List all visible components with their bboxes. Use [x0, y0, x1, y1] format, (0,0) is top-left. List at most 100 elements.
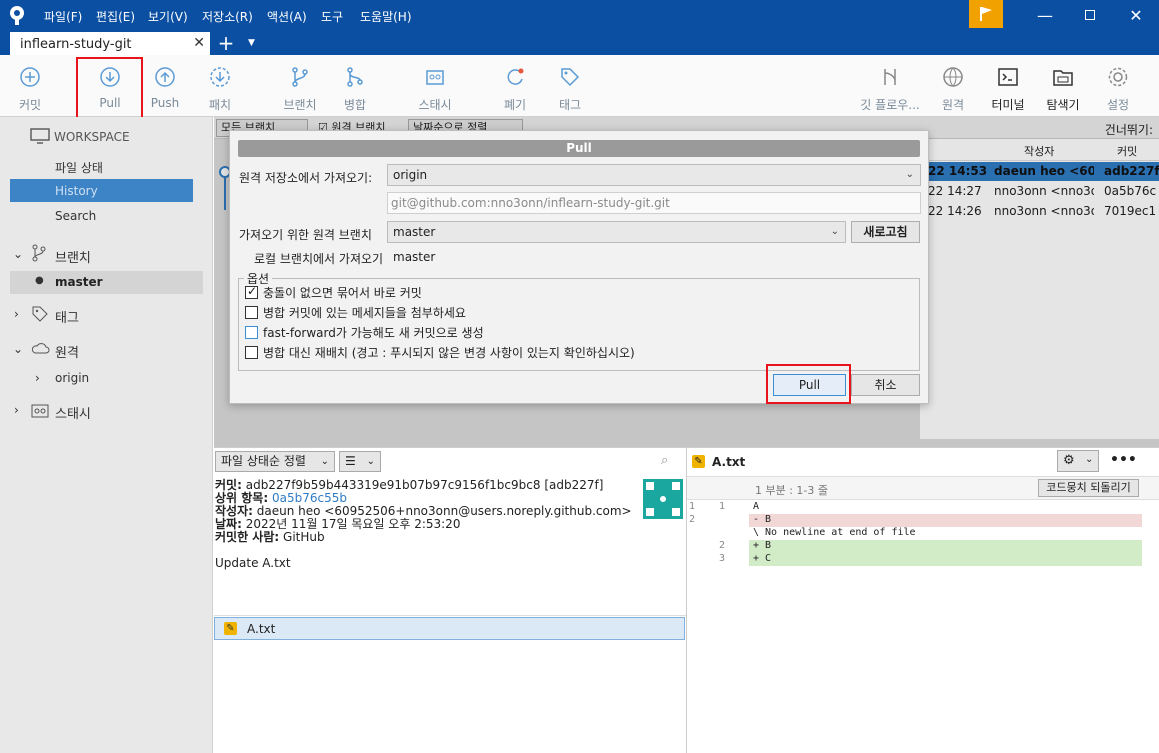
merge-button[interactable]: 병합 — [327, 65, 383, 113]
sourcetree-logo-icon — [10, 6, 24, 25]
menu-help[interactable]: 도움말(H) — [360, 8, 412, 25]
sidebar-section-remotes[interactable]: 원격 — [55, 342, 79, 361]
checkbox[interactable] — [245, 346, 258, 359]
refresh-button[interactable]: 새로고침 — [851, 221, 920, 243]
sidebar-section-tags[interactable]: 태그 — [55, 307, 79, 326]
menu-actions[interactable]: 액션(A) — [267, 8, 307, 25]
diff-line: 11 A — [689, 501, 760, 512]
commit-info: 커밋: adb227f9b59b443319e91b07b97c9156f1bc… — [215, 479, 680, 570]
menu-view[interactable]: 보기(V) — [148, 8, 188, 25]
view-mode-select[interactable]: ☰ ⌄ — [339, 451, 381, 472]
pull-highlight-box — [76, 57, 143, 126]
sidebar: WORKSPACE 파일 상태 History Search ⌄ 브랜치 ● m… — [0, 117, 213, 753]
discard-button[interactable]: 폐기 — [487, 65, 543, 113]
commit-details-panel: 파일 상태순 정렬 ⌄ ☰ ⌄ ⌕ 커밋: adb227f9b59b443319e9… — [214, 447, 686, 753]
diff-lines: 11 A 2- B \ No newline at end of file 2 +… — [687, 501, 1142, 566]
list-item[interactable]: ✎ A.txt — [214, 617, 685, 640]
folder-icon — [1053, 70, 1073, 86]
git-flow-icon — [884, 69, 896, 85]
maximize-button[interactable] — [1067, 0, 1113, 30]
diff-options-button[interactable]: ⚙ ⌄ — [1057, 450, 1099, 472]
merge-icon — [347, 67, 363, 87]
option-include-messages[interactable]: 병합 커밋에 있는 메세지들을 첨부하세요 — [245, 304, 466, 321]
stash-button[interactable]: 스태시 — [407, 65, 463, 113]
remote-branch-select[interactable]: master ⌄ — [387, 221, 846, 243]
menu-file[interactable]: 파일(F) — [44, 8, 82, 25]
checkbox-checked[interactable] — [245, 284, 258, 299]
sidebar-item-origin[interactable]: origin — [55, 371, 89, 385]
monitor-icon — [30, 128, 50, 144]
minimize-button[interactable]: — — [1022, 0, 1068, 30]
maximize-icon — [1085, 10, 1095, 20]
chevron-right-icon[interactable]: › — [35, 371, 40, 385]
chevron-down-icon: ⌄ — [830, 226, 839, 237]
date-label: 날짜: — [215, 517, 242, 531]
push-button[interactable]: Push — [137, 65, 193, 110]
sidebar-item-master[interactable]: ● master — [10, 271, 203, 294]
chevron-down-icon: ⌄ — [320, 456, 329, 467]
file-name: A.txt — [247, 622, 276, 636]
tag-button[interactable]: 태그 — [542, 65, 598, 113]
option-no-fast-forward[interactable]: fast-forward가 가능해도 새 커밋으로 생성 — [245, 324, 484, 341]
globe-icon — [943, 67, 963, 87]
terminal-button[interactable]: 터미널 — [980, 65, 1036, 113]
sidebar-item-file-status[interactable]: 파일 상태 — [55, 159, 103, 176]
push-label: Push — [150, 96, 180, 110]
terminal-label: 터미널 — [991, 98, 1025, 112]
remote-label: 원격 — [941, 98, 965, 112]
file-sort-select[interactable]: 파일 상태순 정렬 ⌄ — [215, 451, 335, 472]
fetch-button[interactable]: 패치 — [192, 65, 248, 113]
cancel-button[interactable]: 취소 — [851, 374, 920, 396]
commit-label: 커밋: — [215, 478, 242, 492]
remote-url-field: git@github.com:nno3onn/inflearn-study-gi… — [387, 192, 921, 214]
chevron-right-icon[interactable]: › — [14, 403, 19, 417]
notification-flag-button[interactable] — [969, 0, 1003, 28]
local-branch-label: 로컬 브랜치에서 가져오기 — [254, 252, 384, 266]
dialog-title: Pull — [238, 140, 920, 157]
chevron-down-icon: ⌄ — [1085, 454, 1094, 465]
tag-label: 태그 — [558, 98, 582, 112]
chevron-down-icon[interactable]: ⌄ — [13, 342, 23, 356]
menu-edit[interactable]: 편집(E) — [96, 8, 135, 25]
tag-icon — [32, 306, 48, 322]
repo-tab[interactable]: inflearn-study-git ✕ — [10, 32, 210, 56]
branch-button[interactable]: 브랜치 — [272, 65, 328, 113]
git-flow-button[interactable]: 깃 플로우... — [860, 65, 920, 113]
option-commit-merged[interactable]: 충돌이 없으면 묶어서 바로 커밋 — [245, 284, 422, 301]
new-tab-button[interactable]: + — [216, 32, 236, 54]
sidebar-section-branches[interactable]: 브랜치 — [55, 247, 91, 266]
close-button[interactable]: ✕ — [1113, 0, 1159, 30]
divider — [214, 615, 686, 616]
workspace-heading: WORKSPACE — [54, 130, 130, 144]
tab-dropdown-icon[interactable]: ▼ — [248, 38, 255, 48]
diff-line: 2 + B — [687, 540, 1142, 553]
sidebar-item-history[interactable]: History — [10, 179, 193, 202]
chevron-down-icon[interactable]: ⌄ — [13, 247, 23, 261]
parent-link[interactable]: 0a5b76c55b — [272, 491, 347, 505]
settings-button[interactable]: 설정 — [1090, 65, 1146, 113]
option-rebase[interactable]: 병합 대신 재배치 (경고 : 푸시되지 않은 변경 사항이 있는지 확인하십시… — [245, 344, 635, 361]
checkbox[interactable] — [245, 306, 258, 319]
revert-hunk-button[interactable]: 코드뭉치 되돌리기 — [1038, 479, 1139, 497]
menu-tools[interactable]: 도구 — [321, 8, 343, 25]
stash-icon — [31, 404, 49, 418]
fetch-label: 패치 — [208, 98, 232, 112]
checkbox[interactable] — [245, 326, 258, 339]
remote-button[interactable]: 원격 — [925, 65, 981, 113]
terminal-icon — [998, 68, 1018, 86]
sidebar-section-stashes[interactable]: 스태시 — [55, 403, 91, 422]
toolbar: 커밋 Pull Push 패치 브랜치 병합 스태시 폐기 태그 깃 플로우..… — [0, 55, 1159, 117]
menu-repository[interactable]: 저장소(R) — [202, 8, 253, 25]
option-label: fast-forward가 가능해도 새 커밋으로 생성 — [263, 326, 484, 340]
close-tab-icon[interactable]: ✕ — [193, 35, 205, 51]
sidebar-item-history-label: History — [55, 184, 98, 198]
explorer-button[interactable]: 탐색기 — [1035, 65, 1091, 113]
chevron-right-icon[interactable]: › — [14, 307, 19, 321]
minimize-icon: — — [1037, 5, 1053, 25]
remote-select[interactable]: origin ⌄ — [387, 164, 921, 186]
commit-button[interactable]: 커밋 — [2, 65, 58, 113]
sidebar-item-search[interactable]: Search — [55, 209, 96, 223]
discard-icon — [507, 68, 524, 85]
more-options-icon[interactable]: ••• — [1110, 452, 1137, 468]
search-icon[interactable]: ⌕ — [661, 453, 668, 468]
